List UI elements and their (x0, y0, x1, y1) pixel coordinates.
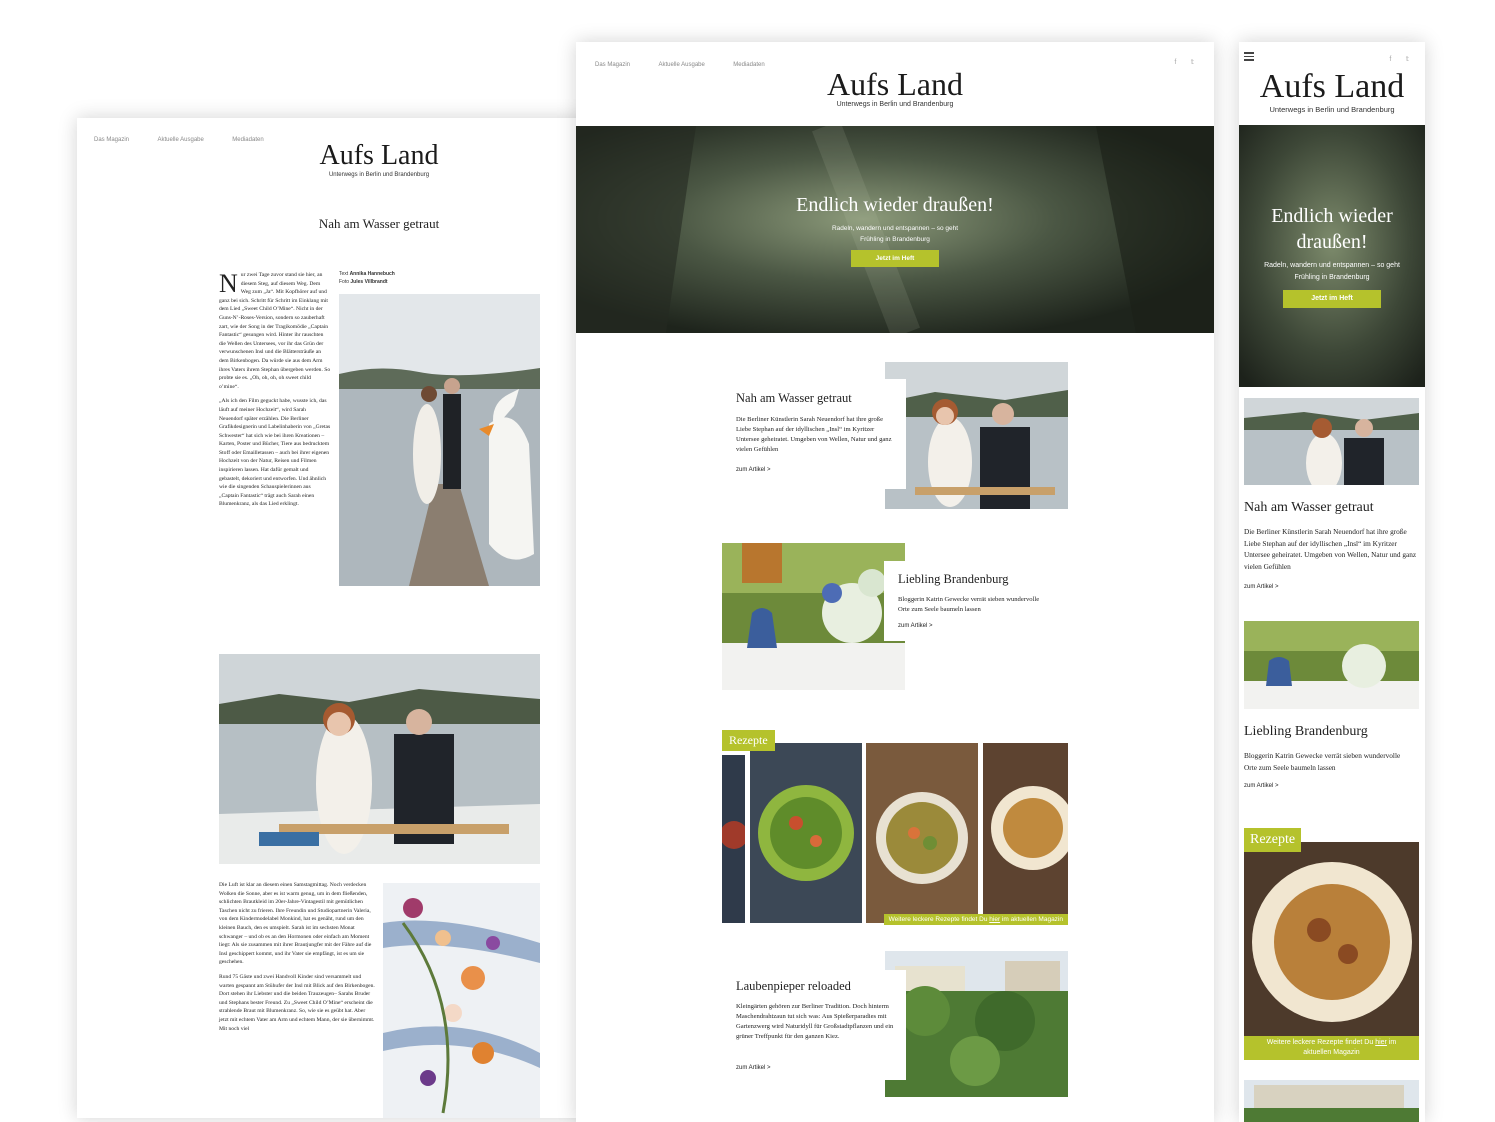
site-logo[interactable]: Aufs Land Unterwegs in Berlin und Brande… (576, 68, 1214, 108)
mobile-home-panel: f 𝕥 Aufs Land Unterwegs in Berlin und Br… (1239, 42, 1425, 1122)
mobile-recipes: Rezepte Weitere leckere Rezepte findet D… (1244, 828, 1419, 1060)
recipes-link[interactable]: hier (1375, 1039, 1387, 1046)
card-3-text: Kleingärten gehören zur Berliner Traditi… (736, 1003, 894, 1040)
hero-banner: Endlich wieder draußen! Radeln, wandern … (1239, 125, 1425, 387)
card-2-link[interactable]: zum Artikel > (898, 623, 933, 629)
article-column-1: N ur zwei Tage zuvor stand sie hier, an … (219, 271, 331, 509)
logo-wordmark: Aufs Land (827, 66, 963, 102)
logo-wordmark: Aufs Land (1259, 68, 1405, 105)
article-title: Nah am Wasser getraut (318, 216, 440, 231)
logo-tagline: Unterwegs in Berlin und Brandenburg (836, 101, 954, 108)
twitter-icon[interactable]: 𝕥 (1191, 58, 1194, 66)
recipe-slide-prev[interactable] (722, 755, 745, 923)
recipes-tag: Rezepte (722, 730, 775, 751)
mobile-card-3-image (1244, 1080, 1419, 1122)
recipes-caption: Weitere leckere Rezepte findet Du hier i… (1244, 1036, 1419, 1060)
recipe-salad-image (750, 743, 862, 923)
mobile-card-2-title[interactable]: Liebling Brandenburg (1244, 724, 1368, 740)
recipes-tag: Rezepte (1244, 828, 1302, 852)
mobile-card-2-link[interactable]: zum Artikel > (1244, 783, 1279, 789)
recipe-camembert-image (983, 743, 1068, 923)
hero-forest-image (1239, 125, 1425, 387)
credit-photographer: Jules Villbrandt (350, 279, 388, 285)
article-column-2: Die Luft ist klar an diesem einen Samsta… (219, 881, 376, 1033)
credit-author: Annika Hannebuch (349, 271, 395, 277)
photo-flower-table (383, 883, 540, 1118)
card-1[interactable]: Nah am Wasser getraut Die Berliner Künst… (726, 379, 906, 489)
card-2-image (722, 543, 905, 690)
photo-couple-on-pier (339, 294, 540, 586)
desktop-home-panel: Das Magazin Aktuelle Ausgabe Mediadaten … (576, 42, 1214, 1122)
hero-subtitle: Radeln, wandern und entspannen – so geht… (1264, 262, 1400, 281)
hamburger-menu-icon[interactable] (1244, 52, 1254, 61)
social-links: f 𝕥 (1379, 48, 1409, 66)
article-paragraph-2: „Als ich den Film geguckt habe, wusste i… (219, 398, 331, 508)
hero-cta-button[interactable]: Jetzt im Heft (851, 250, 939, 267)
facebook-icon[interactable]: f (1389, 56, 1391, 63)
card-2-text: Bloggerin Katrin Gewecke verrät sieben w… (898, 596, 1040, 613)
card-3-link[interactable]: zum Artikel > (736, 1065, 771, 1071)
logo-tagline: Unterwegs in Berlin und Brandenburg (1269, 105, 1395, 114)
site-logo[interactable]: Aufs Land Unterwegs in Berlin und Brande… (77, 140, 597, 179)
article-page-panel: Das Magazin Aktuelle Ausgabe Mediadaten … (77, 118, 597, 1118)
recipe-bowl-image (866, 743, 978, 923)
hero-title: Endlich wieder draußen! (796, 194, 994, 216)
mobile-card-2-text: Bloggerin Katrin Gewecke verrät sieben w… (1244, 751, 1401, 772)
card-1-text: Die Berliner Künstlerin Sarah Neuendorf … (736, 416, 892, 453)
logo-wordmark: Aufs Land (319, 140, 439, 171)
hero-subtitle: Radeln, wandern und entspannen – so geht… (831, 225, 959, 243)
drop-cap: N (219, 269, 238, 298)
recipes-link[interactable]: hier (989, 916, 1000, 923)
photo-couple-in-boat (219, 654, 540, 864)
article-paragraph-3: Die Luft ist klar an diesem einen Samsta… (219, 882, 372, 966)
mobile-card-1-link[interactable]: zum Artikel > (1244, 584, 1279, 590)
mobile-card-2-image (1244, 621, 1419, 709)
card-2-title: Liebling Brandenburg (898, 572, 1009, 586)
facebook-icon[interactable]: f (1174, 59, 1176, 66)
hero-banner: Endlich wieder draußen! Radeln, wandern … (576, 126, 1214, 333)
article-paragraph-4: Rund 75 Gäste und zwei Handvoll Kinder s… (219, 973, 375, 1032)
recipes-carousel: Rezepte Weitere leckere Rezepte findet D… (722, 730, 1068, 925)
mobile-card-1-image (1244, 398, 1419, 485)
mobile-card-1-text: Die Berliner Künstlerin Sarah Neuendorf … (1244, 527, 1417, 571)
hero-cta-button[interactable]: Jetzt im Heft (1283, 290, 1381, 308)
logo-tagline: Unterwegs in Berlin und Brandenburg (328, 172, 430, 178)
recipe-camembert-image (1244, 842, 1419, 1038)
card-1-link[interactable]: zum Artikel > (736, 467, 771, 473)
card-2[interactable]: Liebling Brandenburg Bloggerin Katrin Ge… (884, 561, 1064, 641)
card-1-title: Nah am Wasser getraut (736, 391, 852, 405)
hero-title: Endlich wieder draußen! (1271, 205, 1393, 253)
card-3-image (885, 951, 1068, 1097)
card-1-image (885, 362, 1068, 509)
card-3[interactable]: Laubenpieper reloaded Kleingärten gehöre… (726, 970, 906, 1080)
social-links: f 𝕥 (1164, 51, 1194, 69)
mobile-card-1-title[interactable]: Nah am Wasser getraut (1244, 500, 1374, 516)
twitter-icon[interactable]: 𝕥 (1406, 55, 1409, 63)
card-3-title: Laubenpieper reloaded (736, 979, 851, 993)
recipes-caption: Weitere leckere Rezepte findet Du hier i… (883, 914, 1068, 925)
site-logo[interactable]: Aufs Land Unterwegs in Berlin und Brande… (1239, 68, 1425, 115)
article-credits: Text Annika Hannebuch Foto Jules Villbra… (339, 271, 395, 285)
